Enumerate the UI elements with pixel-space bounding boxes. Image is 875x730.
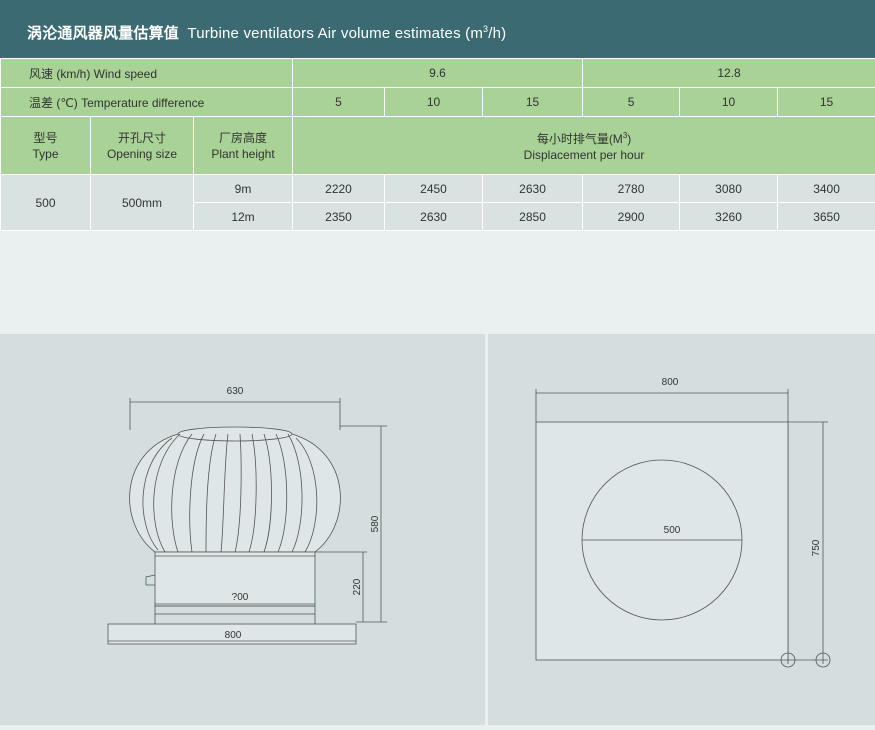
wind-speed-value: 9.6 bbox=[293, 59, 583, 88]
height-cell: 12m bbox=[194, 203, 293, 231]
value-cell: 2220 bbox=[293, 175, 385, 203]
header-row: 型号Type 开孔尺寸Opening size 厂房高度Plant height… bbox=[1, 117, 875, 175]
plate-height-label: 750 bbox=[811, 539, 822, 556]
temperature-row: 温差 (℃) Temperature difference 5 10 15 5 … bbox=[1, 88, 875, 117]
wind-speed-label: 风速 (km/h) Wind speed bbox=[1, 59, 293, 88]
temperature-value: 15 bbox=[778, 88, 875, 117]
temperature-value: 15 bbox=[483, 88, 583, 117]
type-cell: 500 bbox=[1, 175, 91, 231]
airflow-table: 风速 (km/h) Wind speed 9.6 12.8 温差 (℃) Tem… bbox=[0, 58, 875, 231]
top-width-label: 630 bbox=[227, 386, 244, 397]
value-cell: 3650 bbox=[778, 203, 875, 231]
displacement-header: 每小时排气量(M3)Displacement per hour bbox=[293, 117, 875, 175]
value-cell: 2850 bbox=[483, 203, 583, 231]
value-cell: 3260 bbox=[680, 203, 778, 231]
type-header: 型号Type bbox=[1, 117, 91, 175]
plan-view-drawing: 800 500 750 bbox=[488, 334, 875, 725]
plate-width-label: 800 bbox=[662, 377, 679, 388]
wind-speed-value: 12.8 bbox=[583, 59, 875, 88]
value-cell: 2450 bbox=[385, 175, 483, 203]
spacer-band bbox=[0, 233, 875, 334]
value-cell: 2630 bbox=[385, 203, 483, 231]
opening-header: 开孔尺寸Opening size bbox=[91, 117, 194, 175]
value-cell: 3080 bbox=[680, 175, 778, 203]
side-elevation-panel: 630 580 220 ?00 800 bbox=[0, 334, 485, 725]
value-cell: 2780 bbox=[583, 175, 680, 203]
total-height-label: 580 bbox=[370, 515, 381, 532]
value-cell: 2630 bbox=[483, 175, 583, 203]
title-en: Turbine ventilators Air volume estimates… bbox=[187, 25, 506, 42]
flange-width-label: 800 bbox=[225, 630, 242, 641]
opening-cell: 500mm bbox=[91, 175, 194, 231]
temperature-value: 5 bbox=[583, 88, 680, 117]
table-row: 500 500mm 9m 2220 2450 2630 2780 3080 34… bbox=[1, 175, 875, 203]
temperature-label: 温差 (℃) Temperature difference bbox=[1, 88, 293, 117]
title-cn: 涡沦通风器风量估算值 bbox=[27, 25, 179, 42]
base-height-label: 220 bbox=[352, 578, 363, 595]
value-cell: 3400 bbox=[778, 175, 875, 203]
height-header: 厂房高度Plant height bbox=[194, 117, 293, 175]
neck-width-label: ?00 bbox=[232, 592, 249, 603]
temperature-value: 10 bbox=[385, 88, 483, 117]
plan-view-panel: 800 500 750 bbox=[488, 334, 875, 725]
side-elevation-drawing: 630 580 220 ?00 800 bbox=[0, 334, 485, 725]
wind-speed-row: 风速 (km/h) Wind speed 9.6 12.8 bbox=[1, 59, 875, 88]
value-cell: 2350 bbox=[293, 203, 385, 231]
page-title: 涡沦通风器风量估算值 Turbine ventilators Air volum… bbox=[0, 0, 875, 58]
circle-diameter-label: 500 bbox=[664, 525, 681, 536]
height-cell: 9m bbox=[194, 175, 293, 203]
temperature-value: 5 bbox=[293, 88, 385, 117]
temperature-value: 10 bbox=[680, 88, 778, 117]
value-cell: 2900 bbox=[583, 203, 680, 231]
